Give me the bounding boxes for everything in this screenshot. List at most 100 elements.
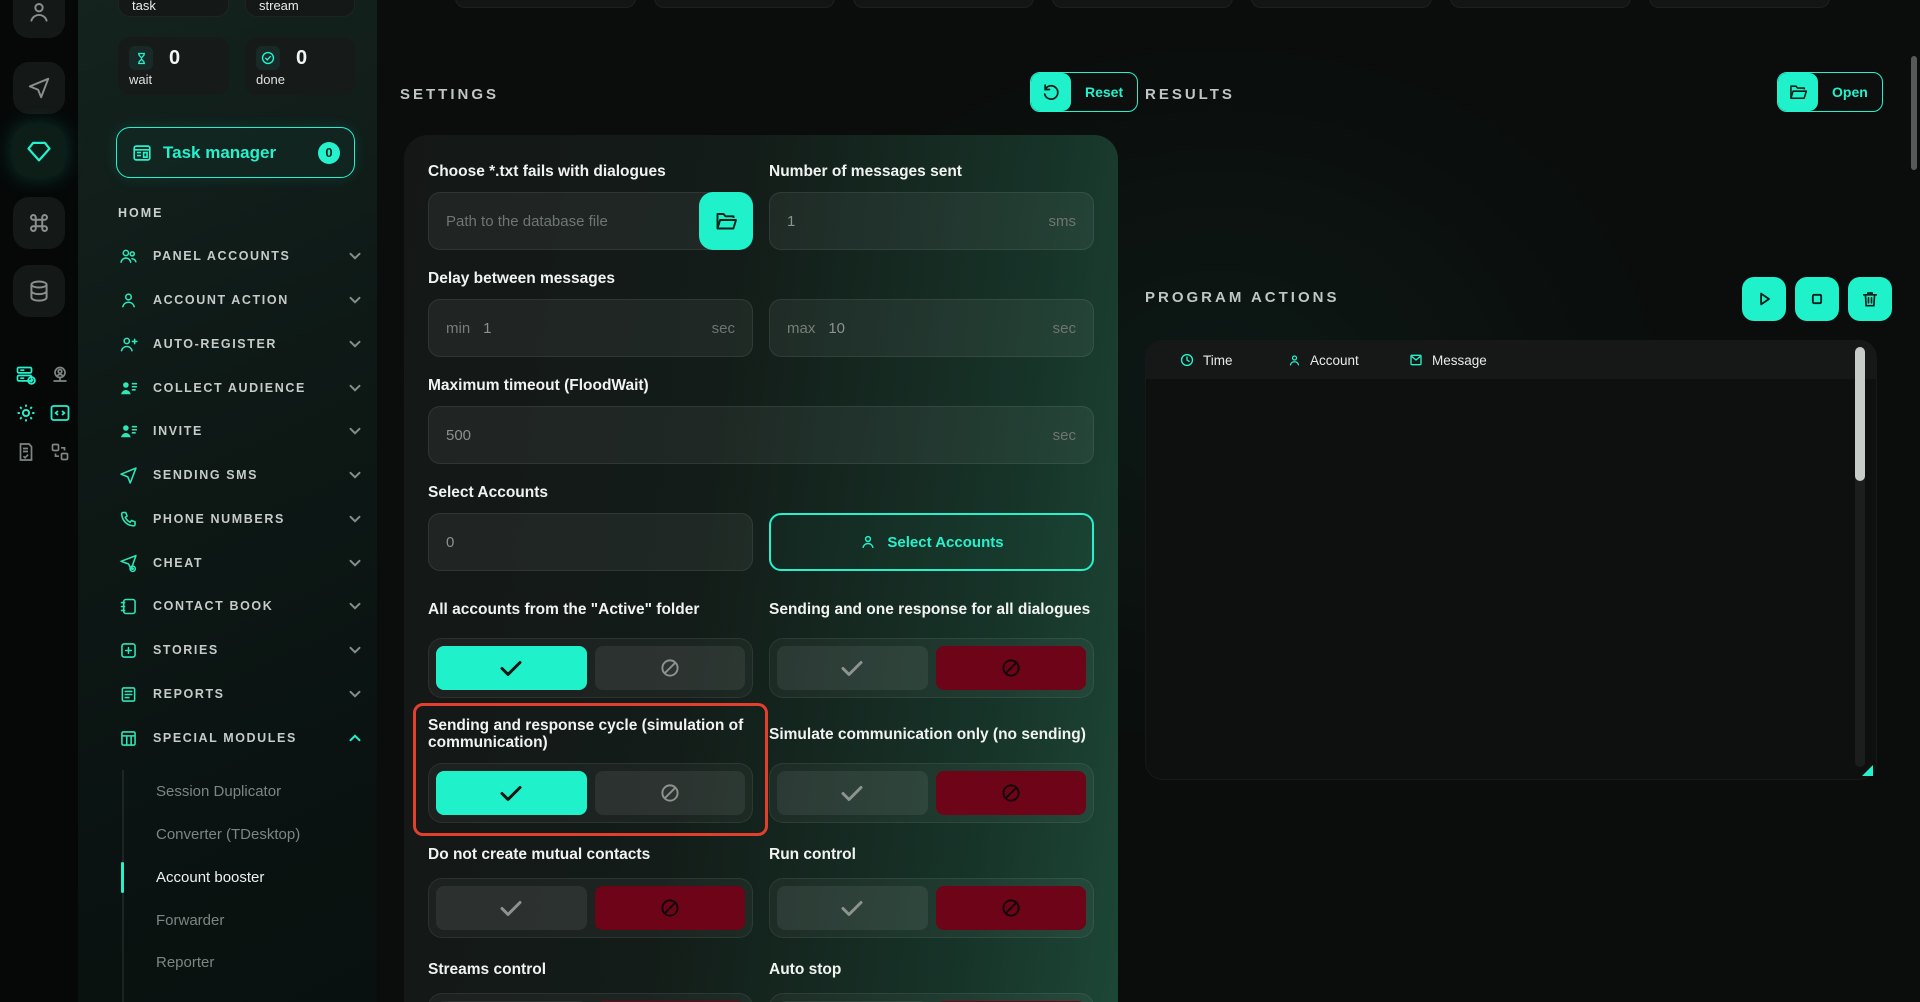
user-list-icon bbox=[118, 378, 139, 399]
toggle-no-button[interactable] bbox=[936, 886, 1087, 930]
server-check-icon[interactable] bbox=[14, 363, 38, 387]
sidebar-item-account-action[interactable]: ACCOUNT ACTION bbox=[118, 282, 361, 318]
column-header-message[interactable]: Message bbox=[1408, 352, 1487, 368]
sidebar-item-cheat[interactable]: CHEAT bbox=[118, 545, 361, 581]
toggle-no-button[interactable] bbox=[595, 771, 746, 815]
toggle-mutual-contacts bbox=[428, 878, 753, 938]
sidebar-item-reports[interactable]: REPORTS bbox=[118, 676, 361, 712]
delay-min-input-wrap: min sec bbox=[428, 299, 753, 357]
sidebar-item-session-duplicator[interactable]: Session Duplicator bbox=[156, 776, 363, 806]
stat-wait-value: 0 bbox=[169, 47, 180, 70]
topbar-tab[interactable] bbox=[1649, 0, 1830, 8]
toggle-yes-button[interactable] bbox=[436, 646, 587, 690]
toggle-response-cycle bbox=[428, 763, 753, 823]
user-icon bbox=[1287, 353, 1302, 368]
sidebar-item-special-modules[interactable]: SPECIAL MODULES bbox=[118, 720, 361, 756]
toggle-cell-auto-stop: Auto stop bbox=[769, 956, 1094, 1002]
field-accounts-label: Select Accounts bbox=[428, 484, 1094, 502]
sidebar-item-reporter[interactable]: Reporter bbox=[156, 947, 363, 977]
stat-wait: 0 wait bbox=[118, 37, 229, 95]
toggle-label: Run control bbox=[769, 841, 1094, 867]
rail-command-button[interactable] bbox=[13, 197, 65, 249]
topbar-tab[interactable] bbox=[654, 0, 835, 8]
sidebar-item-invite[interactable]: INVITE bbox=[118, 413, 361, 449]
tab-task-label: task bbox=[132, 0, 156, 13]
sidebar-item-sending-sms[interactable]: SENDING SMS bbox=[118, 457, 361, 493]
play-button[interactable] bbox=[1742, 277, 1786, 321]
column-header-time[interactable]: Time bbox=[1179, 352, 1233, 368]
play-icon bbox=[1754, 289, 1774, 309]
stop-icon bbox=[1807, 289, 1827, 309]
toggle-run-control bbox=[769, 878, 1094, 938]
sidebar-item-auto-register[interactable]: AUTO-REGISTER bbox=[118, 326, 361, 362]
user-icon bbox=[118, 290, 139, 311]
column-header-account[interactable]: Account bbox=[1287, 353, 1359, 368]
sidebar-item-collect-audience[interactable]: COLLECT AUDIENCE bbox=[118, 370, 361, 406]
toggle-no-button[interactable] bbox=[936, 771, 1087, 815]
topbar-tab[interactable] bbox=[853, 0, 1034, 8]
toggle-yes-button[interactable] bbox=[436, 771, 587, 815]
submenu-label: Reporter bbox=[156, 954, 214, 971]
sidebar-item-home[interactable]: HOME bbox=[118, 206, 164, 220]
messages-input[interactable] bbox=[787, 213, 1041, 230]
sidebar-item-account-booster[interactable]: Account booster bbox=[156, 862, 363, 892]
task-manager-button[interactable]: Task manager 0 bbox=[116, 127, 355, 178]
toggle-yes-button[interactable] bbox=[777, 646, 928, 690]
stop-button[interactable] bbox=[1795, 277, 1839, 321]
timeout-input[interactable] bbox=[446, 427, 1045, 444]
code-window-icon[interactable] bbox=[48, 401, 72, 425]
sidebar-item-label: PANEL ACCOUNTS bbox=[153, 249, 290, 263]
settings-gear-icon[interactable] bbox=[14, 401, 38, 425]
sidebar-item-stories[interactable]: STORIES bbox=[118, 632, 361, 668]
toggle-yes-button[interactable] bbox=[777, 771, 928, 815]
toggle-label: Do not create mutual contacts bbox=[428, 841, 753, 867]
delay-max-input[interactable] bbox=[828, 320, 1044, 337]
swap-icon[interactable] bbox=[48, 440, 72, 464]
sidebar-item-converter-tdesktop[interactable]: Converter (TDesktop) bbox=[156, 819, 363, 849]
browse-file-button[interactable] bbox=[699, 192, 753, 250]
toggle-label: Sending and response cycle (simulation o… bbox=[428, 716, 753, 752]
table-scrollbar-track[interactable] bbox=[1855, 346, 1865, 767]
app-window: task stream 0 wait 0 done Task manager 0… bbox=[0, 0, 1920, 1002]
field-messages: Number of messages sent sms bbox=[769, 163, 1094, 250]
rail-user-button[interactable] bbox=[13, 0, 65, 38]
sidebar-item-phone-numbers[interactable]: PHONE NUMBERS bbox=[118, 501, 361, 537]
rail-database-button[interactable] bbox=[13, 265, 65, 317]
open-results-button[interactable]: Open bbox=[1777, 72, 1883, 112]
rail-send-button[interactable] bbox=[13, 62, 65, 114]
file-path-input[interactable] bbox=[446, 213, 735, 230]
account-network-icon[interactable] bbox=[48, 363, 72, 387]
tab-stream[interactable]: stream bbox=[245, 0, 355, 17]
topbar-tab[interactable] bbox=[1251, 0, 1432, 8]
sidebar-item-forwarder[interactable]: Forwarder bbox=[156, 905, 363, 935]
toggle-no-button[interactable] bbox=[595, 646, 746, 690]
topbar-tab[interactable] bbox=[455, 0, 636, 8]
toggle-cell-mutual-contacts: Do not create mutual contacts bbox=[428, 841, 753, 938]
trash-button[interactable] bbox=[1848, 277, 1892, 321]
toggle-no-button[interactable] bbox=[936, 646, 1087, 690]
settings-card: Choose *.txt fails with dialogues Number… bbox=[404, 135, 1118, 1002]
topbar-tab[interactable] bbox=[1450, 0, 1631, 8]
topbar-tab[interactable] bbox=[1052, 0, 1233, 8]
toggle-no-button[interactable] bbox=[595, 886, 746, 930]
toggle-yes-button[interactable] bbox=[777, 886, 928, 930]
tab-task[interactable]: task bbox=[118, 0, 229, 17]
toggle-yes-button[interactable] bbox=[436, 886, 587, 930]
select-accounts-button[interactable]: Select Accounts bbox=[769, 513, 1094, 571]
send-plus-icon bbox=[118, 553, 139, 574]
database-icon bbox=[26, 278, 52, 304]
sidebar-item-label: INVITE bbox=[153, 424, 203, 438]
page-scrollbar-thumb[interactable] bbox=[1911, 56, 1917, 170]
document-check-icon[interactable] bbox=[14, 440, 38, 464]
accounts-count-input[interactable] bbox=[446, 534, 735, 551]
reset-button[interactable]: Reset bbox=[1030, 72, 1138, 112]
delay-min-input[interactable] bbox=[483, 320, 703, 337]
messages-input-wrap: sms bbox=[769, 192, 1094, 250]
rail-gem-button[interactable] bbox=[13, 125, 65, 177]
sidebar-item-contact-book[interactable]: CONTACT BOOK bbox=[118, 588, 361, 624]
column-header-label: Message bbox=[1432, 353, 1487, 368]
stat-done-value: 0 bbox=[296, 47, 307, 70]
sidebar-item-panel-accounts[interactable]: PANEL ACCOUNTS bbox=[118, 238, 361, 274]
table-scrollbar-thumb[interactable] bbox=[1855, 347, 1865, 481]
table-resize-handle[interactable] bbox=[1862, 765, 1873, 776]
